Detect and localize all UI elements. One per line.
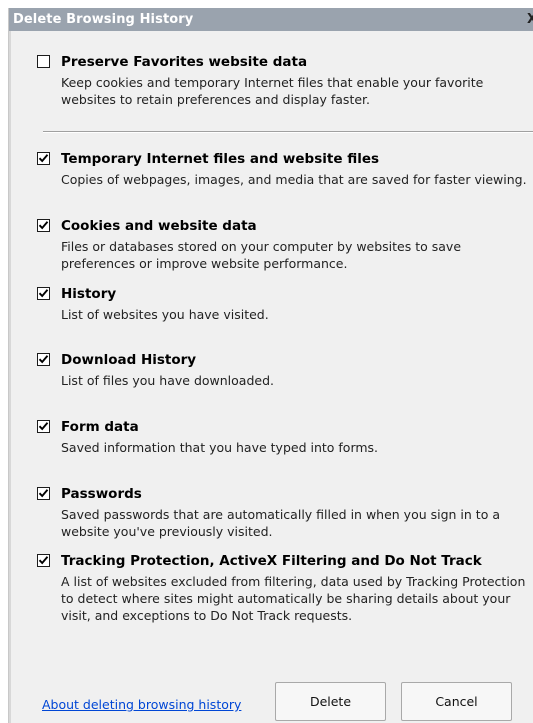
check-icon xyxy=(38,221,49,230)
option-label: Download History xyxy=(61,352,197,368)
option-description: A list of websites excluded from filteri… xyxy=(61,574,526,623)
checkbox-tracking-protection[interactable] xyxy=(37,554,50,567)
dialog-title: Delete Browsing History xyxy=(13,12,194,27)
option-label: History xyxy=(61,286,117,302)
close-icon[interactable]: X xyxy=(525,8,533,31)
check-icon xyxy=(38,289,49,298)
option-label: Preserve Favorites website data xyxy=(61,54,308,70)
check-icon xyxy=(38,154,49,163)
option-description: List of files you have downloaded. xyxy=(61,373,274,388)
check-icon xyxy=(38,422,49,431)
check-icon xyxy=(38,556,49,565)
option-tracking-protection[interactable]: Tracking Protection, ActiveX Filtering a… xyxy=(37,553,532,633)
option-cookies[interactable]: Cookies and website data Files or databa… xyxy=(37,218,532,278)
check-icon xyxy=(38,489,49,498)
option-description: Saved information that you have typed in… xyxy=(61,440,379,455)
option-description: Copies of webpages, images, and media th… xyxy=(61,172,527,187)
check-icon xyxy=(38,355,49,364)
option-label: Form data xyxy=(61,419,139,435)
cancel-button[interactable]: Cancel xyxy=(401,682,512,721)
checkbox-temporary-internet-files[interactable] xyxy=(37,152,50,165)
checkbox-passwords[interactable] xyxy=(37,487,50,500)
option-description: Saved passwords that are automatically f… xyxy=(61,507,500,539)
option-label: Passwords xyxy=(61,486,142,502)
option-description: List of websites you have visited. xyxy=(61,307,269,322)
delete-button[interactable]: Delete xyxy=(275,682,386,721)
title-bar[interactable]: Delete Browsing History X xyxy=(9,8,533,31)
option-label: Cookies and website data xyxy=(61,218,257,234)
about-deleting-link[interactable]: About deleting browsing history xyxy=(42,697,241,712)
checkbox-cookies[interactable] xyxy=(37,219,50,232)
option-passwords[interactable]: Passwords Saved passwords that are autom… xyxy=(37,486,532,546)
option-description: Files or databases stored on your comput… xyxy=(61,239,462,271)
option-label: Temporary Internet files and website fil… xyxy=(61,151,380,167)
checkbox-preserve-favorites[interactable] xyxy=(37,55,50,68)
delete-browsing-history-dialog: Delete Browsing History X Preserve Favor… xyxy=(8,8,533,723)
option-preserve-favorites[interactable]: Preserve Favorites website data Keep coo… xyxy=(37,54,532,114)
option-download-history[interactable]: Download History List of files you have … xyxy=(37,352,532,392)
option-temporary-internet-files[interactable]: Temporary Internet files and website fil… xyxy=(37,151,532,211)
option-description: Keep cookies and temporary Internet file… xyxy=(61,75,484,107)
option-label: Tracking Protection, ActiveX Filtering a… xyxy=(61,553,482,569)
checkbox-form-data[interactable] xyxy=(37,420,50,433)
divider xyxy=(43,131,533,133)
option-form-data[interactable]: Form data Saved information that you hav… xyxy=(37,419,532,459)
checkbox-history[interactable] xyxy=(37,287,50,300)
window-edge xyxy=(9,8,11,723)
checkbox-download-history[interactable] xyxy=(37,353,50,366)
option-history[interactable]: History List of websites you have visite… xyxy=(37,286,532,326)
